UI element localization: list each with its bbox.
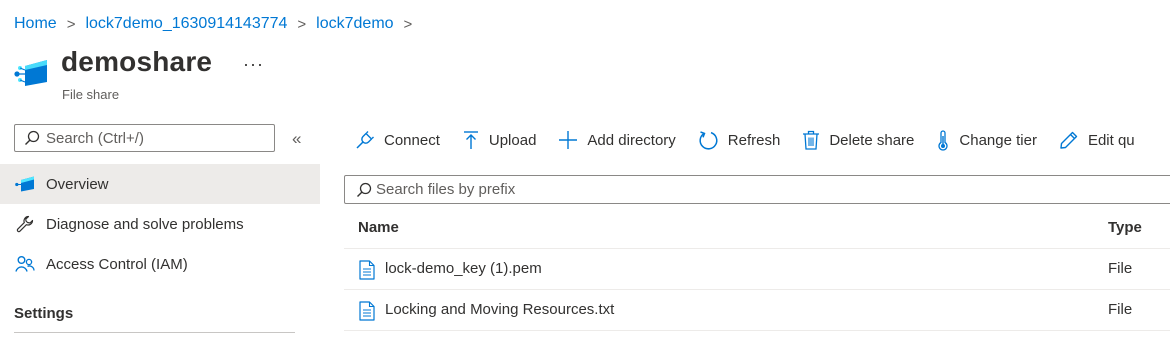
- sidebar-item-access-control[interactable]: Access Control (IAM): [0, 244, 320, 284]
- plus-icon: [559, 131, 578, 149]
- breadcrumb-separator: >: [403, 15, 413, 33]
- add-directory-label: Add directory: [587, 131, 676, 149]
- file-icon: [359, 260, 375, 283]
- connect-label: Connect: [384, 131, 440, 149]
- breadcrumb-separator: >: [297, 15, 307, 33]
- change-tier-label: Change tier: [959, 131, 1037, 149]
- sidebar-item-label: Diagnose and solve problems: [46, 215, 244, 233]
- upload-label: Upload: [488, 131, 537, 149]
- delete-share-button[interactable]: Delete share: [802, 130, 914, 150]
- sidebar-item-label: Overview: [46, 175, 109, 193]
- breadcrumb-separator: >: [66, 15, 76, 33]
- page-title: demoshare: [61, 46, 213, 77]
- upload-icon: [463, 131, 478, 149]
- change-tier-button[interactable]: Change tier: [936, 129, 1037, 151]
- edit-quota-label: Edit qu: [1087, 131, 1135, 149]
- refresh-label: Refresh: [727, 131, 781, 149]
- refresh-icon: [699, 130, 718, 150]
- file-share-icon: [14, 56, 50, 92]
- file-name[interactable]: lock-demo_key (1).pem: [385, 260, 542, 277]
- thermometer-icon: [938, 129, 948, 151]
- file-name[interactable]: Locking and Moving Resources.txt: [385, 301, 614, 318]
- upload-button[interactable]: Upload: [462, 130, 537, 150]
- sidebar-search-input[interactable]: [46, 129, 266, 147]
- pencil-icon: [1060, 131, 1078, 149]
- file-share-icon: [14, 173, 36, 195]
- sidebar-search[interactable]: [14, 124, 275, 152]
- resource-type: File share: [62, 87, 120, 102]
- refresh-button[interactable]: Refresh: [698, 130, 781, 151]
- edit-quota-button[interactable]: Edit qu: [1059, 130, 1135, 150]
- sidebar-item-overview[interactable]: Overview: [0, 164, 320, 204]
- breadcrumb-storage-account[interactable]: lock7demo_1630914143774: [85, 15, 287, 33]
- collapse-sidebar-button[interactable]: «: [292, 129, 301, 149]
- file-icon: [359, 301, 375, 324]
- delete-share-label: Delete share: [829, 131, 915, 149]
- wrench-icon: [14, 213, 36, 235]
- breadcrumb: Home > lock7demo_1630914143774 > lock7de…: [14, 12, 422, 36]
- connect-button[interactable]: Connect: [355, 130, 440, 150]
- plug-icon: [356, 131, 374, 149]
- trash-icon: [803, 130, 820, 150]
- sidebar-divider: [14, 332, 295, 333]
- add-directory-button[interactable]: Add directory: [558, 130, 676, 150]
- file-type: File: [1108, 260, 1133, 277]
- sidebar-item-label: Access Control (IAM): [46, 255, 188, 273]
- file-search[interactable]: [344, 175, 1170, 204]
- row-divider: [344, 330, 1170, 331]
- table-row[interactable]: lock-demo_key (1).pem File: [344, 249, 1170, 289]
- file-search-input[interactable]: [376, 181, 1076, 198]
- search-icon: [25, 130, 40, 145]
- sidebar-section-settings: Settings: [14, 305, 74, 322]
- more-actions-button[interactable]: ···: [243, 54, 264, 75]
- breadcrumb-file-shares[interactable]: lock7demo: [316, 15, 393, 33]
- table-row[interactable]: Locking and Moving Resources.txt File: [344, 290, 1170, 330]
- breadcrumb-home[interactable]: Home: [14, 15, 57, 33]
- command-bar: Connect Upload Add directory Refresh Del…: [355, 124, 1157, 156]
- people-icon: [14, 253, 36, 275]
- sidebar-item-diagnose[interactable]: Diagnose and solve problems: [0, 204, 320, 244]
- file-type: File: [1108, 301, 1133, 318]
- search-icon: [357, 182, 372, 197]
- column-header-name[interactable]: Name: [358, 219, 399, 236]
- column-header-type[interactable]: Type: [1108, 219, 1142, 236]
